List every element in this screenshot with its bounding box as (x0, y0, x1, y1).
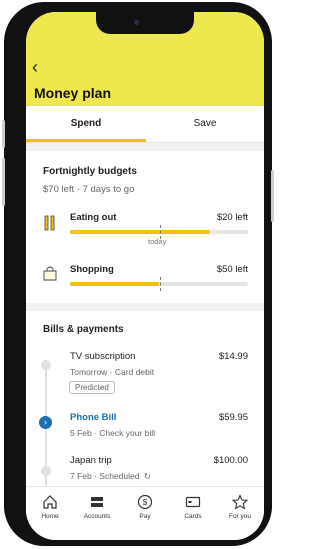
budget-left-eating-out: $20 left (216, 212, 248, 223)
repeat-icon: ↻ (143, 471, 151, 481)
budgets-title: Fortnightly budgets (43, 166, 137, 177)
predicted-badge: Predicted (69, 381, 115, 394)
notch (96, 12, 194, 34)
nav-label: Accounts (83, 513, 111, 520)
side-button (2, 120, 5, 148)
bill-name-phone[interactable]: Phone Bill (70, 412, 116, 423)
budget-label-eating-out: Eating out (70, 212, 117, 223)
bill-name[interactable]: TV subscription (70, 351, 135, 362)
pay-icon: $ (121, 493, 169, 511)
bill-detail-text: 7 Feb · Scheduled (70, 471, 140, 481)
star-icon (216, 493, 264, 511)
shopping-bag-icon (43, 265, 57, 281)
side-button (2, 158, 5, 206)
budget-fill-shopping (70, 282, 159, 286)
tab-bar: Spend Save (26, 106, 264, 143)
timeline-dot (41, 360, 51, 370)
bill-name[interactable]: Japan trip (70, 455, 112, 466)
bill-detail: Tomorrow · Card debit (70, 367, 155, 377)
nav-pay[interactable]: $ Pay (121, 493, 169, 520)
today-marker (160, 277, 161, 291)
budget-left-shopping: $50 left (216, 264, 248, 275)
today-label: today (148, 237, 167, 246)
nav-home[interactable]: Home (26, 493, 74, 520)
timeline-dot (41, 466, 51, 476)
nav-cards[interactable]: Cards (169, 493, 217, 520)
screen: ‹ Money plan Spend Save Fortnightly budg… (26, 12, 264, 540)
bill-amount: $59.95 (218, 412, 248, 423)
bottom-nav: Home Accounts $ Pay Cards For you (26, 486, 264, 540)
nav-for-you[interactable]: For you (216, 493, 264, 520)
tab-save[interactable]: Save (146, 106, 264, 142)
nav-label: Pay (139, 513, 151, 520)
accounts-icon (73, 493, 121, 511)
tab-underline (26, 139, 146, 142)
budget-label-shopping: Shopping (70, 264, 114, 275)
svg-text:$: $ (143, 498, 148, 507)
bill-detail: 7 Feb · Scheduled ↻ (70, 471, 151, 482)
budget-fill-eating-out (70, 230, 210, 234)
nav-label: Cards (184, 513, 202, 520)
nav-label: For you (228, 513, 252, 520)
camera (134, 20, 139, 25)
budget-progress-eating-out (70, 225, 248, 239)
bill-detail: 5 Feb · Check your bill (70, 428, 156, 438)
tab-spend[interactable]: Spend (26, 106, 146, 142)
bill-amount: $100.00 (213, 455, 248, 466)
nav-accounts[interactable]: Accounts (73, 493, 121, 520)
nav-label: Home (41, 513, 59, 520)
cutlery-icon (43, 215, 57, 231)
bill-amount: $14.99 (218, 351, 248, 362)
home-icon (26, 493, 74, 511)
timeline-dot-active: › (39, 416, 52, 429)
chevron-left-icon[interactable]: ‹ (32, 58, 38, 76)
card-icon (169, 493, 217, 511)
section-divider (26, 303, 264, 311)
page-title: Money plan (34, 85, 112, 101)
budgets-summary: $70 left · 7 days to go (43, 184, 135, 195)
budget-progress-shopping (70, 277, 248, 291)
bills-title: Bills & payments (43, 324, 124, 335)
phone-frame: ‹ Money plan Spend Save Fortnightly budg… (2, 2, 274, 546)
section-divider (26, 143, 264, 151)
side-button (271, 170, 274, 222)
